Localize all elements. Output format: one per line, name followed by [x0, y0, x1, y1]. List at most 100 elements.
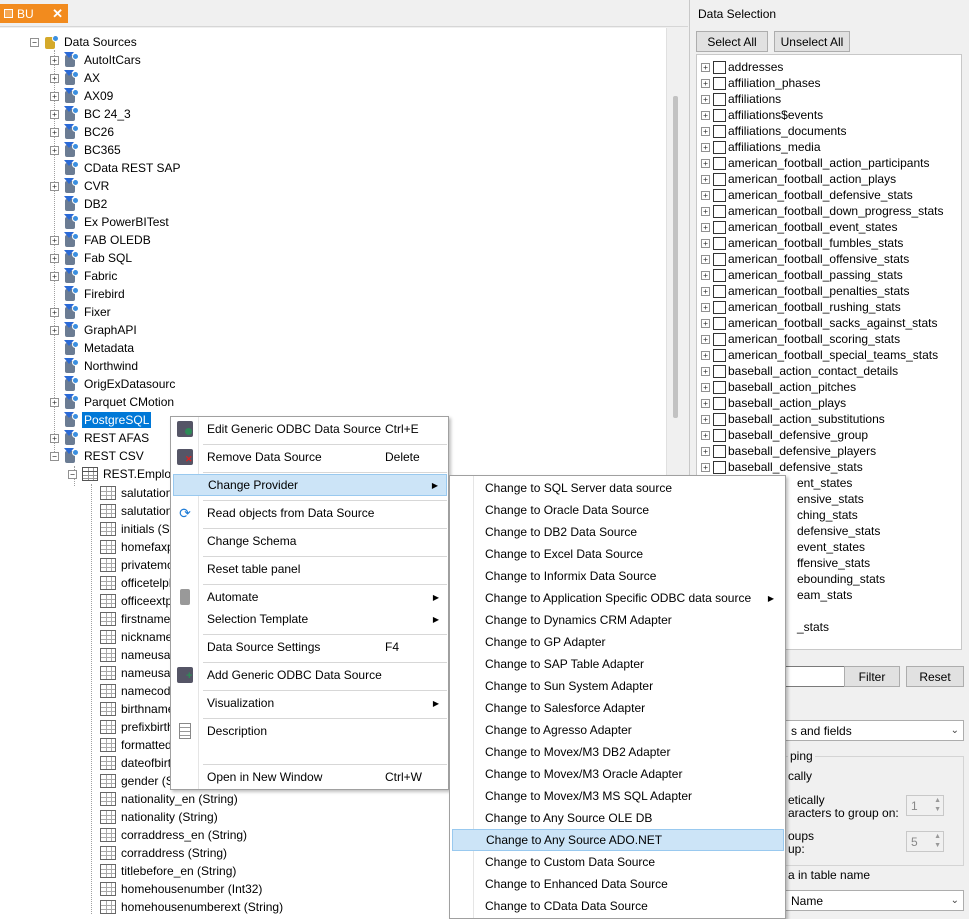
checklist-item[interactable]: + american_football_scoring_stats	[701, 331, 900, 347]
expand-icon[interactable]: +	[701, 158, 710, 168]
expand-icon[interactable]: +	[701, 206, 710, 216]
tree-item-field[interactable]: privatemol	[100, 556, 178, 574]
tree-item-data-source[interactable]: + FAB OLEDB	[50, 231, 153, 249]
checklist-item[interactable]: + affiliations_media	[701, 139, 821, 155]
tree-item-data-source[interactable]: CData REST SAP	[50, 159, 182, 177]
item-checkbox[interactable]	[713, 204, 726, 218]
item-checkbox[interactable]	[713, 220, 726, 234]
item-checkbox[interactable]	[713, 428, 726, 442]
submenu-item-change-to-sap-table-adapter[interactable]: Change to SAP Table Adapter	[452, 653, 784, 675]
checklist-item[interactable]: + american_football_action_plays	[701, 171, 896, 187]
expand-icon[interactable]: +	[50, 271, 59, 281]
tree-item-field[interactable]: salutation	[100, 502, 174, 520]
checklist-item[interactable]: ebounding_stats	[797, 571, 885, 587]
submenu-item-change-to-db2-data-source[interactable]: Change to DB2 Data Source	[452, 521, 784, 543]
menu-item-add-generic-odbc-data-source[interactable]: Add Generic ODBC Data Source	[173, 664, 447, 686]
submenu-item-change-to-salesforce-adapter[interactable]: Change to Salesforce Adapter	[452, 697, 784, 719]
item-checkbox[interactable]	[713, 284, 726, 298]
item-checkbox[interactable]	[713, 236, 726, 250]
expand-icon[interactable]: +	[50, 127, 59, 137]
submenu-item-change-to-agresso-adapter[interactable]: Change to Agresso Adapter	[452, 719, 784, 741]
chars-stepper[interactable]: 1 ▲ ▼	[906, 795, 944, 816]
expand-icon[interactable]: +	[50, 145, 59, 155]
groups-stepper[interactable]: 5 ▲ ▼	[906, 831, 944, 852]
submenu-item-change-to-dynamics-crm-adapter[interactable]: Change to Dynamics CRM Adapter	[452, 609, 784, 631]
menu-item-reset-table-panel[interactable]: Reset table panel	[173, 558, 447, 580]
checklist-item[interactable]: _stats	[797, 619, 829, 635]
checklist-item[interactable]: + affiliations_documents	[701, 123, 847, 139]
menu-item-open-in-new-window[interactable]: Open in New Window Ctrl+W	[173, 766, 447, 788]
menu-item-automate[interactable]: Automate ▶	[173, 586, 447, 608]
stepper-arrows-icon[interactable]: ▲ ▼	[934, 832, 941, 850]
tree-item-field[interactable]: namecode	[100, 682, 179, 700]
expand-icon[interactable]: +	[50, 73, 59, 83]
table-name-option-label[interactable]: a in table name	[788, 868, 870, 882]
expand-icon[interactable]: +	[701, 286, 710, 296]
tree-item-data-source[interactable]: + BC365	[50, 141, 123, 159]
submenu-item-change-to-informix-data-source[interactable]: Change to Informix Data Source	[452, 565, 784, 587]
expand-icon[interactable]: +	[701, 350, 710, 360]
expand-icon[interactable]: +	[701, 462, 710, 472]
menu-item-selection-template[interactable]: Selection Template ▶	[173, 608, 447, 630]
expand-icon[interactable]: +	[701, 254, 710, 264]
expand-icon[interactable]: +	[701, 142, 710, 152]
tree-item-field[interactable]: nickname	[100, 628, 174, 646]
expand-icon[interactable]: +	[701, 190, 710, 200]
item-checkbox[interactable]	[713, 92, 726, 106]
checklist-item[interactable]: + american_football_penalties_stats	[701, 283, 909, 299]
expand-icon[interactable]: +	[701, 62, 710, 72]
submenu-item-change-to-gp-adapter[interactable]: Change to GP Adapter	[452, 631, 784, 653]
item-checkbox[interactable]	[713, 188, 726, 202]
item-checkbox[interactable]	[713, 108, 726, 122]
tree-item-data-source[interactable]: + AX	[50, 69, 102, 87]
tree-item-table[interactable]: − REST.Employ	[68, 465, 179, 483]
checklist-item[interactable]: + baseball_defensive_group	[701, 427, 868, 443]
tree-item-field[interactable]: officetelph	[100, 574, 178, 592]
menu-item-read-objects-from-data-source[interactable]: ⟳ Read objects from Data Source	[173, 502, 447, 524]
expand-icon[interactable]: +	[701, 126, 710, 136]
checklist-item[interactable]: + affiliations$events	[701, 107, 823, 123]
checklist-item[interactable]: ent_states	[797, 475, 852, 491]
checklist-item[interactable]: + baseball_action_contact_details	[701, 363, 898, 379]
menu-item-visualization[interactable]: Visualization ▶	[173, 692, 447, 714]
checklist-item[interactable]: eam_stats	[797, 587, 852, 603]
expand-icon[interactable]: +	[50, 109, 59, 119]
item-checkbox[interactable]	[713, 412, 726, 426]
expand-icon[interactable]: +	[701, 174, 710, 184]
expand-icon[interactable]: +	[50, 433, 59, 443]
checklist-item[interactable]: + american_football_event_states	[701, 219, 897, 235]
filter-input[interactable]	[780, 666, 850, 687]
expand-icon[interactable]: +	[50, 307, 59, 317]
grouping-option-label[interactable]: etically	[788, 793, 825, 807]
item-checkbox[interactable]	[713, 300, 726, 314]
expand-icon[interactable]: +	[701, 270, 710, 280]
reset-button[interactable]: Reset	[906, 666, 964, 687]
tree-item-field[interactable]: corraddress (String)	[100, 844, 229, 862]
menu-item-description[interactable]: Description	[173, 720, 447, 742]
expand-icon[interactable]: +	[50, 91, 59, 101]
tree-item-data-source[interactable]: + GraphAPI	[50, 321, 139, 339]
tree-item-field[interactable]: nameusag	[100, 646, 179, 664]
tree-item-data-source[interactable]: DB2	[50, 195, 109, 213]
tree-item-data-source[interactable]: + Fab SQL	[50, 249, 134, 267]
expand-icon[interactable]: +	[50, 253, 59, 263]
tree-item-field[interactable]: titlebefore_en (String)	[100, 862, 238, 880]
item-checkbox[interactable]	[713, 332, 726, 346]
checklist-item[interactable]: + baseball_action_pitches	[701, 379, 856, 395]
item-checkbox[interactable]	[713, 140, 726, 154]
tree-item-data-source[interactable]: Firebird	[50, 285, 127, 303]
item-checkbox[interactable]	[713, 124, 726, 138]
filter-button[interactable]: Filter	[844, 666, 900, 687]
select-all-button[interactable]: Select All	[696, 31, 768, 52]
grouping-option-label[interactable]: cally	[788, 769, 812, 783]
tree-item-data-source[interactable]: Ex PowerBITest	[50, 213, 171, 231]
tree-item-field[interactable]: gender (St	[100, 772, 179, 790]
checklist-item[interactable]: + american_football_defensive_stats	[701, 187, 913, 203]
expand-icon[interactable]: +	[701, 94, 710, 104]
menu-item-remove-data-source[interactable]: Remove Data Source Delete	[173, 446, 447, 468]
tree-item-data-source[interactable]: + BC 24_3	[50, 105, 133, 123]
expand-icon[interactable]: +	[701, 318, 710, 328]
close-icon[interactable]: ✕	[52, 6, 63, 22]
expand-icon[interactable]: +	[50, 235, 59, 245]
checklist-item[interactable]: event_states	[797, 539, 865, 555]
